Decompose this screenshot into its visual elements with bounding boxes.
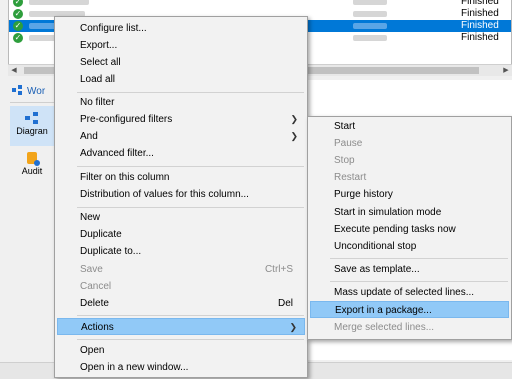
menu-item-label: Delete: [80, 298, 109, 309]
menu-item-label: Pre-configured filters: [80, 114, 173, 125]
context-menu: Configure list... Export... Select all L…: [54, 16, 308, 378]
scroll-left-icon[interactable]: ◀: [8, 65, 20, 76]
menu-item-new[interactable]: New: [57, 209, 305, 226]
blurred-id: [353, 35, 387, 41]
menu-item-duplicate-to[interactable]: Duplicate to...: [57, 243, 305, 260]
menu-item-actions[interactable]: Actions ❯: [57, 318, 305, 335]
submenu-item-execute-pending[interactable]: Execute pending tasks now: [310, 221, 509, 238]
menu-separator: [77, 92, 304, 93]
submenu-item-unconditional-stop[interactable]: Unconditional stop: [310, 238, 509, 255]
menu-item-delete[interactable]: Delete Del: [57, 295, 305, 312]
menu-item-preconfigured-filters[interactable]: Pre-configured filters ❯: [57, 111, 305, 128]
sidebar-item-audit[interactable]: Audit: [10, 148, 54, 178]
menu-item-filter-column[interactable]: Filter on this column: [57, 169, 305, 186]
check-circle-icon: ✓: [13, 21, 23, 31]
menu-item-select-all[interactable]: Select all: [57, 54, 305, 71]
workflow-icon: [12, 85, 24, 96]
menu-separator: [330, 281, 508, 282]
check-circle-icon: ✓: [13, 33, 23, 43]
menu-separator: [77, 315, 304, 316]
menu-separator: [330, 258, 508, 259]
submenu-item-restart: Restart: [334, 172, 367, 183]
menu-item-open-new-window[interactable]: Open in a new window...: [57, 359, 305, 376]
blurred-id: [353, 0, 387, 5]
menu-item-cancel: Cancel: [80, 281, 112, 292]
menu-item-advanced-filter[interactable]: Advanced filter...: [57, 145, 305, 162]
task-row[interactable]: ✓ Finished: [9, 0, 511, 8]
menu-separator: [77, 166, 304, 167]
blurred-name: [29, 0, 89, 5]
menu-item-configure-list[interactable]: Configure list...: [57, 20, 305, 37]
submenu-item-pause: Pause: [334, 138, 363, 149]
menu-item-label: And: [80, 131, 98, 142]
check-circle-icon: ✓: [13, 0, 23, 7]
shortcut-text: Ctrl+S: [264, 264, 293, 275]
workflow-tab-label: Wor: [27, 86, 46, 97]
menu-item-save: Save Ctrl+S: [57, 261, 305, 278]
chevron-right-icon: ❯: [289, 322, 297, 332]
submenu-item-export-package[interactable]: Export in a package...: [310, 301, 509, 318]
submenu-item-start-simulation[interactable]: Start in simulation mode: [310, 204, 509, 221]
menu-separator: [77, 207, 304, 208]
shortcut-text: Del: [277, 298, 293, 309]
audit-icon: [27, 152, 40, 166]
menu-item-and[interactable]: And ❯: [57, 128, 305, 145]
menu-item-no-filter[interactable]: No filter: [57, 94, 305, 111]
scroll-right-icon[interactable]: ▶: [500, 65, 512, 76]
menu-separator: [77, 339, 304, 340]
diagram-icon: [25, 112, 39, 124]
submenu-item-purge-history[interactable]: Purge history: [310, 186, 509, 203]
status-text: Finished: [461, 0, 499, 7]
menu-item-open[interactable]: Open: [57, 342, 305, 359]
menu-item-duplicate[interactable]: Duplicate: [57, 226, 305, 243]
chevron-right-icon: ❯: [290, 114, 298, 124]
sidebar-item-diagram[interactable]: Diagran: [10, 106, 54, 146]
menu-item-load-all[interactable]: Load all: [57, 71, 305, 88]
blurred-id: [353, 11, 387, 17]
status-text: Finished: [461, 8, 499, 19]
sidebar-item-label: Diagran: [16, 126, 48, 136]
chevron-right-icon: ❯: [290, 131, 298, 141]
status-text: Finished: [461, 20, 499, 31]
menu-item-label: Save: [80, 264, 103, 275]
submenu-item-start[interactable]: Start: [310, 118, 509, 135]
check-circle-icon: ✓: [13, 9, 23, 19]
submenu-item-save-template[interactable]: Save as template...: [310, 261, 509, 278]
submenu-item-merge-lines: Merge selected lines...: [334, 322, 435, 333]
menu-item-distribution[interactable]: Distribution of values for this column..…: [57, 186, 305, 203]
menu-item-label: Actions: [81, 322, 114, 333]
submenu-item-stop: Stop: [334, 155, 355, 166]
status-text: Finished: [461, 32, 499, 43]
submenu-item-mass-update[interactable]: Mass update of selected lines...: [310, 284, 509, 301]
menu-item-export[interactable]: Export...: [57, 37, 305, 54]
actions-submenu: Start Pause Stop Restart Purge history S…: [307, 116, 512, 340]
blurred-id: [353, 23, 387, 29]
sidebar-item-label: Audit: [21, 166, 43, 176]
